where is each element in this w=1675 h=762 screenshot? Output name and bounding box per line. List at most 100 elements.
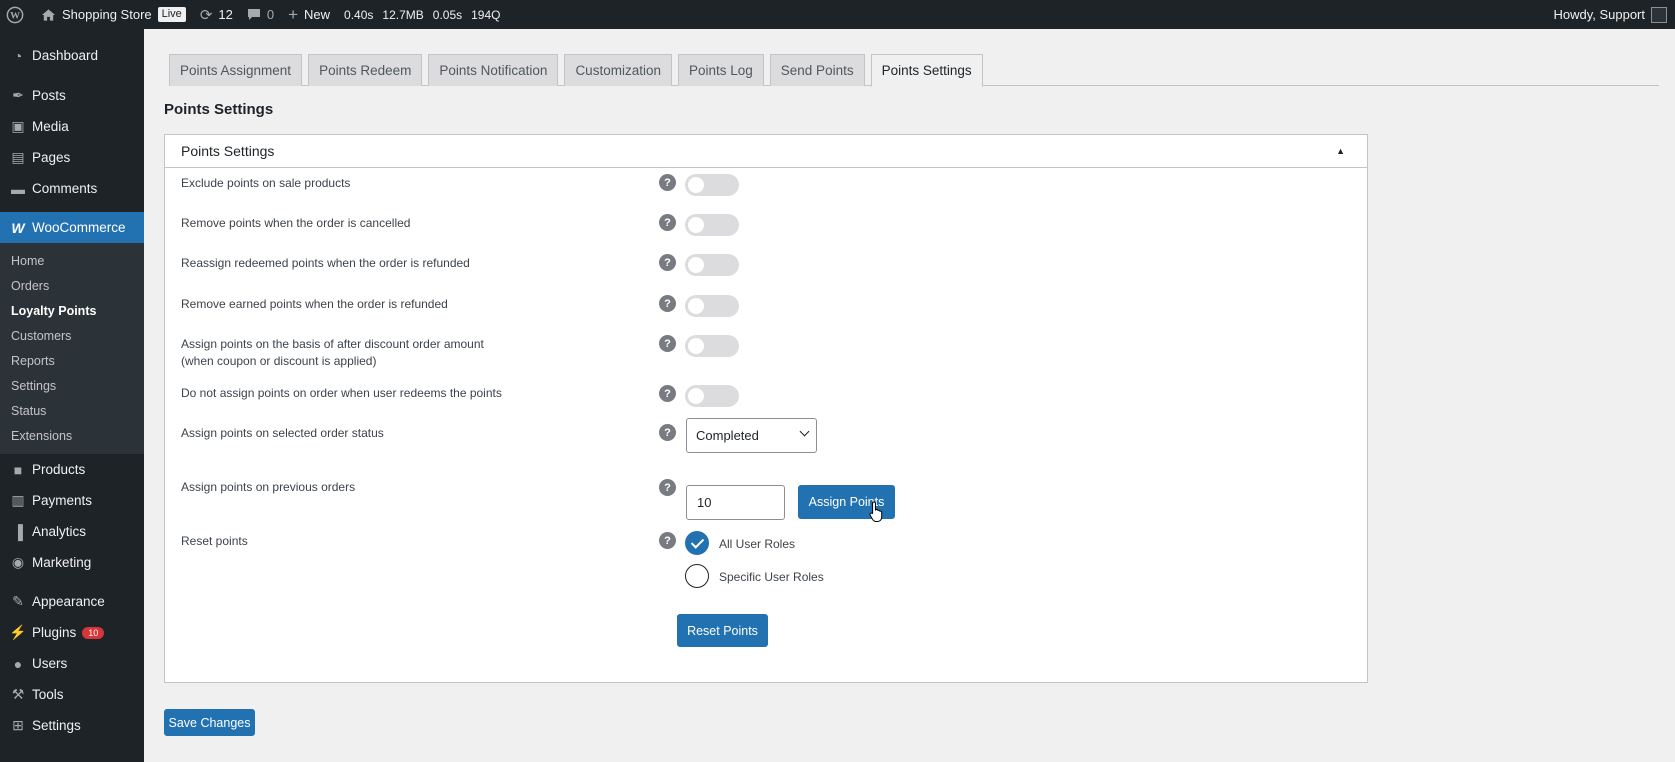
toggle-exclude-sale-products[interactable] — [685, 174, 739, 196]
help-icon[interactable]: ? — [659, 335, 676, 352]
sidebar-item-appearance[interactable]: ✎ Appearance — [0, 586, 144, 617]
toggle-no-points-when-redeeming[interactable] — [685, 385, 739, 407]
sidebar-item-label: WooCommerce — [32, 220, 126, 235]
sidebar-item-settings[interactable]: ⊞ Settings — [0, 710, 144, 741]
howdy-greeting: Howdy, Support — [1553, 7, 1645, 22]
tab-send-points[interactable]: Send Points — [769, 54, 865, 86]
help-icon[interactable]: ? — [659, 424, 676, 441]
sidebar-item-media[interactable]: ▣ Media — [0, 111, 144, 142]
toggle-remove-earned-on-refund[interactable] — [685, 295, 739, 317]
admin-bar: W Shopping Store Live ⟳ 12 0 + New 0.40s… — [0, 0, 1675, 29]
svg-text:W: W — [10, 10, 20, 21]
wordpress-logo-button[interactable]: W — [0, 0, 34, 29]
tab-customization[interactable]: Customization — [564, 54, 672, 86]
toggle-after-discount-amount[interactable] — [685, 335, 739, 357]
sidebar-item-label: Users — [32, 656, 68, 671]
points-settings-panel: Points Settings ▲ Exclude points on sale… — [164, 134, 1368, 683]
toggle-reassign-redeemed-on-refund[interactable] — [685, 254, 739, 276]
previous-orders-input[interactable]: 10 — [686, 485, 785, 520]
toggle-knob — [688, 388, 704, 404]
query-monitor-stats[interactable]: 0.40s 12.7MB 0.05s 194Q — [337, 0, 516, 29]
sidebar-item-tools[interactable]: ⚒ Tools — [0, 679, 144, 710]
setting-label-note: (when coupon or discount is applied) — [181, 354, 377, 368]
collapse-arrow-icon[interactable]: ▲ — [1336, 146, 1345, 156]
perf-db-time: 0.05s — [432, 7, 463, 22]
submenu-customers[interactable]: Customers — [0, 323, 144, 348]
setting-label: Exclude points on sale products — [181, 176, 351, 190]
site-name-link[interactable]: Shopping Store Live — [34, 0, 193, 29]
submenu-loyalty-points[interactable]: Loyalty Points — [0, 298, 144, 323]
tab-points-log[interactable]: Points Log — [677, 54, 764, 86]
new-content-link[interactable]: + New — [281, 0, 337, 29]
setting-label: Assign points on the basis of after disc… — [181, 337, 484, 351]
page-title: Points Settings — [164, 101, 274, 118]
woocommerce-icon: W — [11, 219, 25, 236]
my-account-link[interactable]: Howdy, Support — [1553, 0, 1667, 29]
sidebar-item-users[interactable]: ● Users — [0, 648, 144, 679]
refresh-icon: ⟳ — [199, 6, 213, 24]
radio-all-user-roles[interactable] — [685, 531, 709, 555]
avatar — [1651, 6, 1667, 23]
submenu-settings[interactable]: Settings — [0, 373, 144, 398]
setting-label-multiline: Assign points on the basis of after disc… — [181, 336, 601, 370]
sidebar-item-label: Comments — [32, 181, 98, 196]
help-icon[interactable]: ? — [659, 214, 676, 231]
megaphone-icon: ◉ — [11, 554, 25, 570]
sidebar-item-dashboard[interactable]: ◔ Dashboard — [0, 40, 144, 71]
tab-points-redeem[interactable]: Points Redeem — [308, 54, 423, 86]
sidebar-item-comments[interactable]: ▬ Comments — [0, 173, 144, 204]
updates-link[interactable]: ⟳ 12 — [193, 0, 240, 29]
help-icon[interactable]: ? — [659, 479, 676, 496]
submenu-extensions[interactable]: Extensions — [0, 423, 144, 448]
help-icon[interactable]: ? — [659, 295, 676, 312]
toggle-knob — [688, 338, 704, 354]
previous-orders-value: 10 — [697, 495, 712, 510]
setting-label: Remove earned points when the order is r… — [181, 297, 448, 311]
perf-memory: 12.7MB — [382, 7, 424, 22]
sidebar-item-products[interactable]: ■ Products — [0, 454, 144, 485]
panel-title: Points Settings — [181, 143, 275, 159]
submenu-reports[interactable]: Reports — [0, 348, 144, 373]
home-icon — [41, 8, 56, 22]
plug-icon: ⚡ — [9, 624, 27, 640]
reset-points-button[interactable]: Reset Points — [677, 614, 768, 647]
help-icon[interactable]: ? — [659, 532, 676, 549]
toggle-knob — [688, 177, 704, 193]
sidebar-item-label: Payments — [32, 493, 93, 508]
sidebar-item-label: Tools — [32, 687, 64, 702]
help-icon[interactable]: ? — [659, 174, 676, 191]
comments-link[interactable]: 0 — [240, 0, 281, 29]
sidebar-item-marketing[interactable]: ◉ Marketing — [0, 547, 144, 578]
setting-label: Assign points on selected order status — [181, 426, 384, 440]
sidebar-item-label: Settings — [32, 718, 81, 733]
updates-count: 12 — [218, 7, 233, 22]
sidebar-item-posts[interactable]: ✒ Posts — [0, 80, 144, 111]
tab-points-settings[interactable]: Points Settings — [870, 54, 983, 87]
pointer-hand-icon — [869, 501, 883, 522]
sidebar-item-analytics[interactable]: ▐ Analytics — [0, 516, 144, 547]
tab-points-notification[interactable]: Points Notification — [428, 54, 559, 86]
submenu-orders[interactable]: Orders — [0, 273, 144, 298]
help-icon[interactable]: ? — [659, 254, 676, 271]
radio-specific-user-roles[interactable] — [685, 564, 709, 588]
sidebar-item-label: Media — [32, 119, 69, 134]
tab-points-assignment[interactable]: Points Assignment — [169, 54, 303, 86]
submenu-status[interactable]: Status — [0, 398, 144, 423]
sidebar-item-label: Posts — [32, 88, 66, 103]
user-icon: ● — [13, 655, 23, 672]
help-icon[interactable]: ? — [659, 385, 676, 402]
sidebar-item-pages[interactable]: ▤ Pages — [0, 142, 144, 173]
sidebar-item-plugins[interactable]: ⚡ Plugins 10 — [0, 617, 144, 648]
comments-count: 0 — [266, 7, 275, 22]
bar-chart-icon: ▐ — [13, 523, 23, 540]
save-changes-button[interactable]: Save Changes — [164, 709, 255, 736]
setting-label: Reset points — [181, 534, 248, 548]
panel-header[interactable]: Points Settings ▲ — [165, 135, 1367, 168]
media-icon: ▣ — [11, 118, 25, 134]
order-status-select[interactable]: Completed — [686, 418, 817, 453]
sidebar-item-payments[interactable]: ▥ Payments — [0, 485, 144, 516]
radio-label: All User Roles — [719, 537, 796, 551]
submenu-home[interactable]: Home — [0, 248, 144, 273]
toggle-remove-on-cancel[interactable] — [685, 214, 739, 236]
sidebar-item-woocommerce[interactable]: W WooCommerce — [0, 212, 144, 243]
